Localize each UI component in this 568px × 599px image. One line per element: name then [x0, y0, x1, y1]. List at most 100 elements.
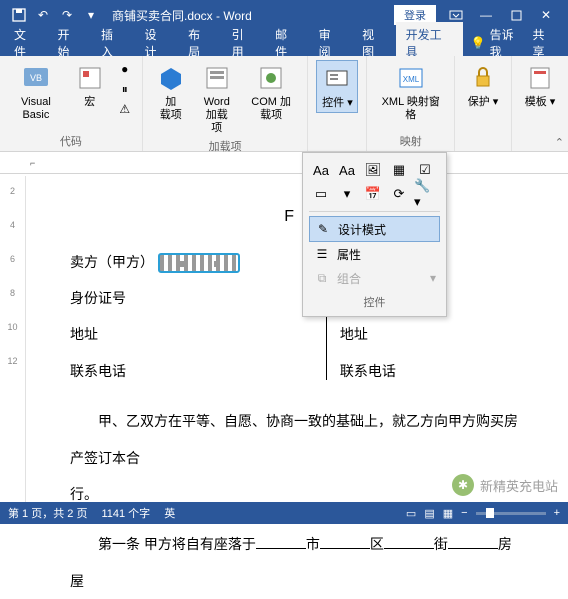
template-icon — [524, 62, 556, 94]
group-label: 组合 — [337, 270, 361, 287]
visual-basic-label: Visual Basic — [12, 96, 60, 122]
ribbon-group-addins: 加 载项 Word 加载项 COM 加载项 加载项 — [143, 56, 309, 151]
xml-mapping-button[interactable]: XML XML 映射窗格 — [375, 60, 446, 124]
word-addins-label: Word 加载项 — [201, 96, 233, 136]
combobox-control-icon[interactable]: ▭ — [309, 183, 333, 205]
ribbon-collapse-icon[interactable]: ⌃ — [555, 136, 564, 149]
protect-label: 保护 ▾ — [468, 96, 499, 109]
seller-address-line: 地址 — [70, 316, 240, 352]
com-addins-button[interactable]: COM 加载项 — [243, 60, 300, 124]
macros-button[interactable]: 宏 — [70, 60, 110, 111]
content-control-selected[interactable] — [158, 253, 240, 273]
vertical-ruler[interactable]: 24681012 — [0, 176, 26, 502]
building-block-control-icon[interactable]: ▦ — [387, 159, 411, 181]
word-addins-icon — [201, 62, 233, 94]
read-mode-icon[interactable]: ▭ — [406, 507, 416, 520]
web-layout-icon[interactable]: ▦ — [443, 507, 453, 520]
design-mode-item[interactable]: ✎ 设计模式 — [309, 216, 440, 242]
design-mode-icon: ✎ — [314, 220, 332, 238]
controls-label: 控件 ▾ — [322, 97, 353, 110]
page-indicator[interactable]: 第 1 页，共 2 页 — [8, 505, 87, 521]
minimize-icon[interactable]: — — [472, 4, 500, 26]
design-mode-label: 设计模式 — [338, 221, 386, 238]
zoom-in-icon[interactable]: + — [554, 507, 560, 519]
record-macro-icon[interactable]: ● — [116, 60, 134, 78]
controls-menu-items: ✎ 设计模式 ☰ 属性 ⧉ 组合 ▾ — [309, 211, 440, 290]
group-label-mapping: 映射 — [400, 133, 422, 149]
tab-selector-icon[interactable]: ⌐ — [30, 158, 35, 168]
view-controls: ▭ ▤ ▦ − + — [406, 507, 560, 520]
horizontal-ruler[interactable]: ⌐ — [0, 152, 568, 174]
controls-button[interactable]: 控件 ▾ — [316, 60, 358, 113]
tell-me-search[interactable]: 💡 告诉我 — [471, 26, 525, 60]
code-small-buttons: ● ⏸ ⚠ — [116, 60, 134, 118]
chevron-down-icon: ▾ — [430, 271, 436, 285]
wechat-icon: ✱ — [452, 474, 474, 496]
group-label-code: 代码 — [60, 133, 82, 149]
protect-button[interactable]: 保护 ▾ — [463, 60, 503, 111]
template-button[interactable]: 模板 ▾ — [520, 60, 560, 111]
share-button[interactable]: 共享 — [524, 26, 564, 60]
rich-text-control-icon[interactable]: Aa — [309, 159, 333, 181]
plain-text-control-icon[interactable]: Aa — [335, 159, 359, 181]
dropdown-control-icon[interactable]: ▾ — [335, 183, 359, 205]
seller-phone-line: 联系电话 — [70, 353, 240, 389]
controls-section-label: 控件 — [309, 294, 440, 310]
addins-button[interactable]: 加 载项 — [151, 60, 191, 124]
tell-me-label: 告诉我 — [490, 26, 525, 60]
repeating-section-control-icon[interactable]: ⟳ — [387, 183, 411, 205]
document-area: 24681012 F 卖方（甲方） 身份证号 地址 联系电话 买方（乙方） 身份… — [0, 176, 568, 502]
print-layout-icon[interactable]: ▤ — [424, 507, 434, 520]
seller-line: 卖方（甲方） — [70, 244, 240, 280]
ribbon-tabs: 文件 开始 插入 设计 布局 引用 邮件 审阅 视图 开发工具 💡 告诉我 共享 — [0, 30, 568, 56]
watermark-text: 新精英充电站 — [480, 476, 558, 495]
date-picker-control-icon[interactable]: 📅 — [361, 183, 385, 205]
lightbulb-icon: 💡 — [471, 36, 486, 50]
zoom-out-icon[interactable]: − — [461, 507, 467, 519]
ribbon-group-code: VB Visual Basic 宏 ● ⏸ ⚠ 代码 — [0, 56, 143, 151]
visual-basic-button[interactable]: VB Visual Basic — [8, 60, 64, 124]
svg-text:VB: VB — [30, 73, 42, 83]
controls-dropdown-panel: Aa Aa 🖼 ▦ ☑ ▭ ▾ 📅 ⟳ 🔧▾ ✎ 设计模式 ☰ 属性 ⧉ 组合 … — [302, 152, 447, 317]
addins-icon — [155, 62, 187, 94]
svg-text:XML: XML — [402, 75, 419, 84]
statusbar: 第 1 页，共 2 页 1141 个字 英 ▭ ▤ ▦ − + — [0, 502, 568, 524]
word-addins-button[interactable]: Word 加载项 — [197, 60, 237, 138]
word-count[interactable]: 1141 个字 — [101, 505, 150, 521]
xml-mapping-label: XML 映射窗格 — [379, 96, 442, 122]
document-page[interactable]: F 卖方（甲方） 身份证号 地址 联系电话 买方（乙方） 身份证号 地址 联系电… — [26, 176, 568, 502]
ribbon-group-mapping: XML XML 映射窗格 映射 — [367, 56, 455, 151]
properties-icon: ☰ — [313, 245, 331, 263]
close-icon[interactable]: ✕ — [532, 4, 560, 26]
document-title: 商铺买卖合同.docx - Word — [112, 7, 388, 24]
addins-label: 加 载项 — [160, 96, 182, 122]
pause-macro-icon[interactable]: ⏸ — [116, 80, 134, 98]
macro-security-icon[interactable]: ⚠ — [116, 100, 134, 118]
controls-icon — [321, 63, 353, 95]
seller-id-line: 身份证号 — [70, 280, 240, 316]
properties-label: 属性 — [337, 246, 361, 263]
ribbon: VB Visual Basic 宏 ● ⏸ ⚠ 代码 加 载项 Word 加载项 — [0, 56, 568, 152]
picture-control-icon[interactable]: 🖼 — [361, 159, 385, 181]
visual-basic-icon: VB — [20, 62, 52, 94]
template-label: 模板 ▾ — [525, 96, 556, 109]
ribbon-group-protect: 保护 ▾ — [455, 56, 512, 151]
protect-icon — [467, 62, 499, 94]
com-addins-label: COM 加载项 — [247, 96, 296, 122]
ribbon-group-controls: 控件 ▾ — [308, 56, 367, 151]
clause-1: 第一条 甲方将自有座落于市区街房屋 — [70, 526, 524, 599]
macros-label: 宏 — [84, 96, 95, 109]
group-label-addins: 加载项 — [209, 138, 242, 154]
doc-left-column: 卖方（甲方） 身份证号 地址 联系电话 — [70, 244, 240, 390]
buyer-phone-line: 联系电话 — [340, 353, 424, 389]
maximize-icon[interactable] — [502, 4, 530, 26]
macros-icon — [74, 62, 106, 94]
group-item: ⧉ 组合 ▾ — [309, 266, 440, 290]
group-icon: ⧉ — [313, 269, 331, 287]
watermark: ✱ 新精英充电站 — [452, 474, 558, 496]
properties-item[interactable]: ☰ 属性 — [309, 242, 440, 266]
com-addins-icon — [255, 62, 287, 94]
zoom-slider[interactable] — [476, 512, 546, 515]
language-indicator[interactable]: 英 — [164, 505, 175, 521]
legacy-tools-icon[interactable]: 🔧▾ — [413, 183, 437, 205]
